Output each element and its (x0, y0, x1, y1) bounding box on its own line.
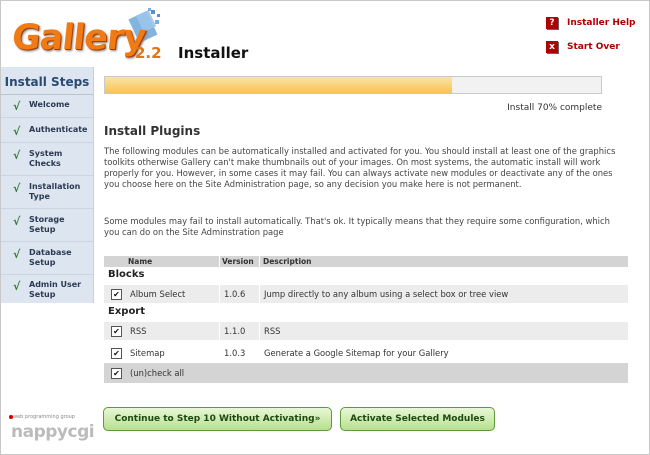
module-description: RSS (264, 326, 281, 336)
footer-brand: nappycgi (11, 422, 95, 442)
step-label: Authenticate (29, 125, 88, 134)
checkmark-icon: √ (13, 125, 21, 138)
step-divider (1, 175, 93, 176)
start-over-link[interactable]: x Start Over (546, 41, 620, 53)
checkmark-icon: √ (13, 248, 21, 261)
continue-without-activating-button[interactable]: Continue to Step 10 Without Activating» (103, 407, 332, 431)
column-header-version: Version (222, 257, 254, 266)
table-row: ✔ RSS 1.1.0 RSS (104, 322, 628, 340)
logo-wordmark: Gallery (9, 18, 148, 58)
column-divider (259, 256, 260, 267)
step-label: Welcome (29, 100, 70, 109)
step-divider (1, 117, 93, 118)
table-header: Name Version Description (104, 256, 628, 267)
install-steps-sidebar: Install Steps √ Welcome √ Authenticate √… (1, 67, 94, 303)
sidebar-divider (1, 94, 93, 95)
note-paragraph: Some modules may fail to install automat… (104, 216, 610, 237)
check-all-label[interactable]: (un)check all (130, 363, 184, 383)
module-description: Generate a Google Sitemap for your Galle… (264, 348, 449, 358)
installer-help-label: Installer Help (567, 18, 636, 28)
step-label: Database Setup (29, 248, 72, 267)
installer-title: Installer (178, 44, 249, 62)
table-row: ✔ Sitemap 1.0.3 Generate a Google Sitema… (104, 344, 628, 362)
step-divider (1, 208, 93, 209)
checkmark-icon: √ (13, 215, 21, 228)
progress-fill (105, 77, 453, 93)
intro-paragraph: The following modules can be automatical… (104, 146, 616, 189)
column-header-name: Name (128, 257, 153, 266)
page-title: Install Plugins (104, 124, 201, 138)
step-label: System Checks (29, 149, 63, 168)
module-checkbox-sitemap[interactable]: ✔ (111, 348, 122, 359)
version-number: 2.2 (135, 44, 162, 62)
checkmark-icon: √ (13, 280, 21, 293)
gallery-logo: Gallery 2.2 Installer (9, 8, 248, 68)
progress-label: Install 70% complete (507, 103, 602, 113)
footer-logo: web programming group nappycgi (9, 414, 95, 450)
group-heading-blocks: Blocks (108, 269, 145, 280)
install-progress-bar (104, 76, 602, 94)
checkmark-icon: √ (13, 100, 21, 113)
column-header-description: Description (263, 257, 312, 266)
check-all-row: ✔ (un)check all (104, 363, 628, 383)
module-description: Jump directly to any album using a selec… (264, 289, 509, 299)
group-heading-export: Export (108, 306, 146, 317)
help-icon: ? (546, 17, 558, 29)
step-divider (1, 142, 93, 143)
installer-help-link[interactable]: ? Installer Help (546, 17, 636, 29)
column-divider (219, 256, 220, 267)
checkmark-icon: √ (13, 182, 21, 195)
sidebar-title: Install Steps (4, 75, 90, 89)
module-checkbox-rss[interactable]: ✔ (111, 326, 122, 337)
column-divider (219, 322, 220, 340)
check-all-checkbox[interactable]: ✔ (111, 368, 122, 379)
module-name: Album Select (130, 289, 186, 299)
step-divider (1, 274, 93, 275)
table-row: ✔ Album Select 1.0.6 Jump directly to an… (104, 285, 628, 303)
step-divider (1, 241, 93, 242)
close-icon: x (546, 41, 558, 53)
step-label: Installation Type (29, 182, 81, 201)
activate-selected-modules-button[interactable]: Activate Selected Modules (340, 407, 495, 431)
start-over-label: Start Over (567, 42, 620, 52)
module-version: 1.1.0 (224, 326, 246, 336)
module-version: 1.0.3 (224, 348, 246, 358)
module-version: 1.0.6 (224, 289, 246, 299)
checkmark-icon: √ (13, 149, 21, 162)
footer-tagline: web programming group (13, 414, 75, 420)
column-divider (259, 285, 260, 303)
module-checkbox-album-select[interactable]: ✔ (111, 289, 122, 300)
module-name: Sitemap (130, 348, 165, 358)
module-name: RSS (130, 326, 147, 336)
step-label: Admin User Setup (29, 280, 82, 299)
column-divider (219, 285, 220, 303)
column-divider (259, 322, 260, 340)
step-label: Storage Setup (29, 215, 65, 234)
